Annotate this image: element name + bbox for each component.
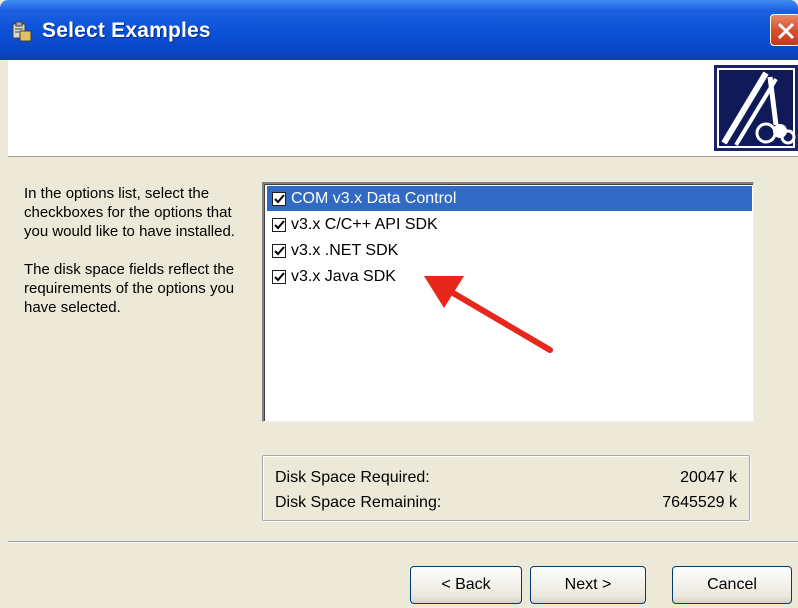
check-icon (274, 246, 285, 256)
divider (8, 541, 798, 543)
back-button[interactable]: < Back (410, 566, 522, 604)
check-icon (274, 220, 285, 230)
close-button[interactable] (770, 14, 798, 46)
disk-remaining-row: Disk Space Remaining: 7645529 k (275, 492, 737, 514)
title-bar[interactable]: Select Examples (0, 0, 798, 60)
option-label: COM v3.x Data Control (291, 190, 457, 207)
setup-app-icon (12, 21, 32, 42)
instructions-text: In the options list, select the checkbox… (24, 184, 244, 336)
check-icon (274, 272, 285, 282)
option-com-data-control[interactable]: COM v3.x Data Control (267, 186, 752, 211)
select-examples-dialog: Select Examples In the options list, sel… (0, 0, 798, 608)
checkbox-checked[interactable] (272, 244, 286, 258)
disk-space-group: Disk Space Required: 20047 k Disk Space … (262, 455, 750, 521)
disk-remaining-value: 7645529 k (662, 494, 737, 511)
instructions-paragraph-1: In the options list, select the checkbox… (24, 185, 235, 240)
option-dotnet-sdk[interactable]: v3.x .NET SDK (267, 238, 752, 263)
disk-required-value: 20047 k (680, 469, 737, 486)
option-label: v3.x Java SDK (291, 268, 396, 285)
disk-required-row: Disk Space Required: 20047 k (275, 467, 737, 489)
checkbox-checked[interactable] (272, 270, 286, 284)
option-label: v3.x .NET SDK (291, 242, 399, 259)
check-icon (274, 194, 285, 204)
option-label: v3.x C/C++ API SDK (291, 216, 438, 233)
window-title: Select Examples (42, 19, 211, 42)
disk-required-label: Disk Space Required: (275, 469, 430, 486)
checkbox-checked[interactable] (272, 218, 286, 232)
close-icon (777, 22, 795, 40)
header-panel (8, 60, 798, 157)
option-cpp-api-sdk[interactable]: v3.x C/C++ API SDK (267, 212, 752, 237)
next-button[interactable]: Next > (530, 566, 646, 604)
product-logo (714, 65, 798, 151)
disk-remaining-label: Disk Space Remaining: (275, 494, 442, 511)
cancel-button[interactable]: Cancel (672, 566, 792, 604)
instructions-paragraph-2: The disk space fields reflect the requir… (24, 261, 235, 316)
checkbox-checked[interactable] (272, 192, 286, 206)
red-arrow-annotation (424, 276, 553, 353)
